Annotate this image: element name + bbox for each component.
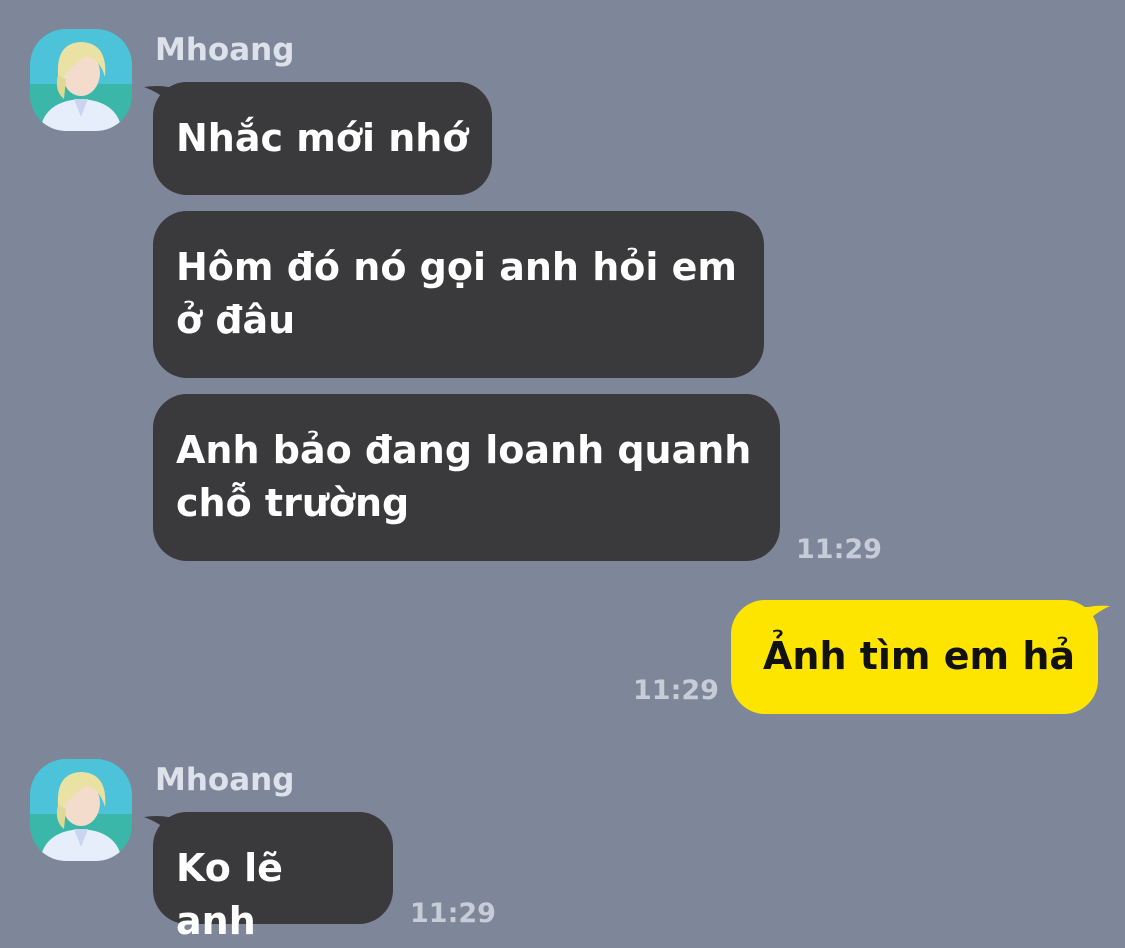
bubble-tail — [1080, 605, 1110, 632]
message-timestamp: 11:29 — [410, 898, 496, 929]
message-bubble[interactable]: Hôm đó nó gọi anh hỏi em ở đâu — [153, 211, 764, 378]
message-bubble[interactable]: Ko lẽ anh — [153, 812, 393, 943]
message-text: Anh bảo đang loanh quanh chỗ trường — [176, 428, 752, 525]
message-text: Nhắc mới nhớ — [176, 116, 469, 160]
message-timestamp: 11:29 — [796, 534, 882, 565]
message-bubble[interactable]: Nhắc mới nhớ — [153, 82, 492, 195]
sender-avatar[interactable] — [30, 29, 132, 131]
message-bubble[interactable]: Anh bảo đang loanh quanh chỗ trường — [153, 394, 780, 561]
message-text: Hôm đó nó gọi anh hỏi em ở đâu — [176, 245, 737, 342]
message-text: Ảnh tìm em hả — [763, 634, 1076, 678]
sender-name: Mhoang — [155, 32, 295, 68]
message-bubble[interactable]: Ảnh tìm em hả — [731, 600, 1098, 714]
sender-avatar[interactable] — [30, 759, 132, 861]
message-timestamp: 11:29 — [633, 675, 719, 706]
sender-name: Mhoang — [155, 762, 295, 798]
message-text: Ko lẽ anh — [176, 846, 283, 943]
